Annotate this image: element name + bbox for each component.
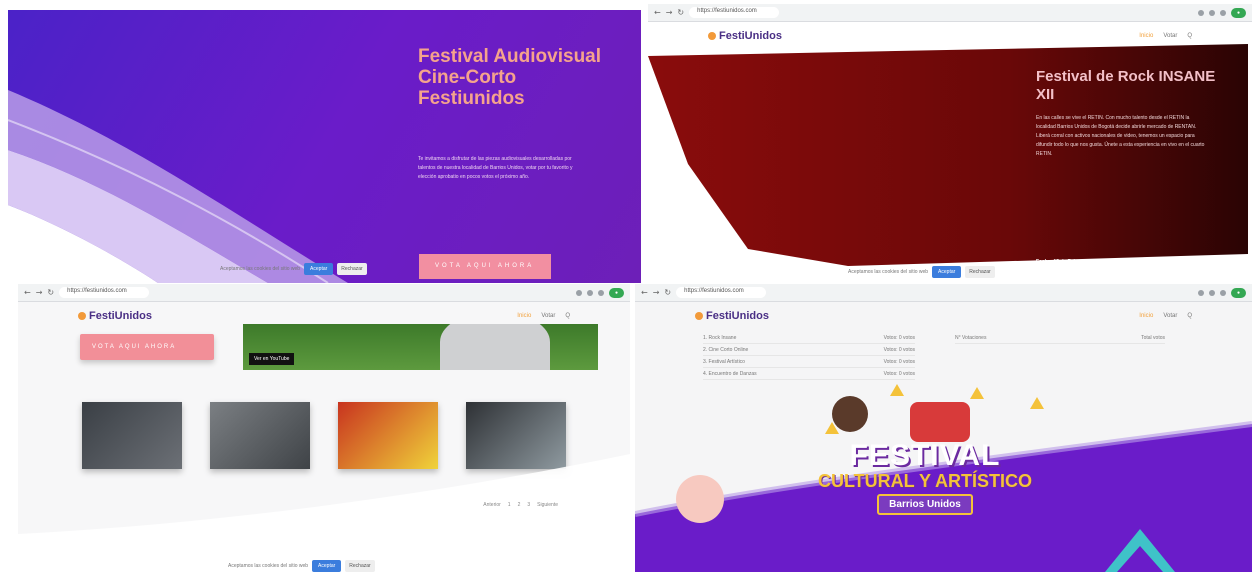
page-title: Festival Audiovisual Cine-Corto Festiuni… — [418, 46, 602, 109]
vote-button[interactable]: VOTA AQUI AHORA — [80, 334, 214, 360]
cookie-text: Aceptamos las cookies del sitio web — [228, 563, 309, 569]
extension-icon[interactable] — [575, 289, 582, 296]
video-player[interactable]: Ver en YouTube — [243, 324, 598, 370]
browser-toolbar: ← → ↻ https://festiunidos.com ● — [18, 284, 630, 302]
pagination: Anterior 1 2 3 Siguiente — [483, 502, 558, 508]
banner-subtitle: CULTURAL Y ARTÍSTICO — [817, 471, 1032, 491]
cookie-accept-button[interactable]: Aceptar — [304, 263, 334, 275]
menu-item-votar[interactable]: Votar — [541, 313, 555, 319]
gallery-thumbnail[interactable] — [82, 402, 182, 469]
cookie-accept-button[interactable]: Aceptar — [932, 266, 962, 278]
video-frame-person — [440, 324, 550, 370]
pagination-page[interactable]: 1 — [508, 502, 511, 508]
festival-banner: FESTIVAL CULTURAL Y ARTÍSTICO Barrios Un… — [805, 439, 1045, 515]
cookie-accept-button[interactable]: Aceptar — [312, 560, 342, 572]
event-date: Fecha: 15 de Febrero, 11:00 A.M. — [1036, 259, 1114, 265]
reload-icon[interactable]: ↻ — [47, 288, 54, 297]
main-menu: Inicio Votar Q — [517, 313, 570, 319]
cookie-bar: Aceptamos las cookies del sitio web Acep… — [220, 263, 367, 275]
pagination-page[interactable]: 2 — [518, 502, 521, 508]
cookie-refuse-button[interactable]: Rechazar — [337, 263, 367, 275]
panel-gallery: ← → ↻ https://festiunidos.com ● FestiUni… — [18, 284, 630, 572]
address-bar[interactable]: https://festiunidos.com — [59, 287, 150, 298]
back-icon[interactable]: ← — [24, 288, 31, 297]
video-collage: Festival Audiovisual Cine-Corto Festiuni… — [0, 0, 1252, 572]
youtube-watch-button[interactable]: Ver en YouTube — [249, 353, 295, 365]
cookie-refuse-button[interactable]: Rechazar — [345, 560, 375, 572]
profile-button[interactable]: ● — [608, 287, 624, 298]
search-icon[interactable]: Q — [565, 313, 570, 319]
cookie-text: Aceptamos las cookies del sitio web — [848, 269, 929, 275]
panel-festival-cultural: ← → ↻ https://festiunidos.com ● FestiUni… — [635, 284, 1252, 572]
event-title: Festival de Rock INSANE XII — [1036, 68, 1216, 103]
extension-icon[interactable] — [597, 289, 604, 296]
gallery-thumbnail[interactable] — [338, 402, 438, 469]
festival-hero-art — [635, 384, 1252, 572]
gallery-thumbnail[interactable] — [466, 402, 566, 469]
banner-title: FESTIVAL — [849, 439, 1001, 472]
forward-icon[interactable]: → — [36, 288, 43, 297]
event-description: Te invitamos a disfrutar de las piezas a… — [418, 156, 573, 180]
menu-item-inicio[interactable]: Inicio — [517, 313, 531, 319]
cookie-refuse-button[interactable]: Rechazar — [965, 266, 995, 278]
gallery-thumbnail[interactable] — [210, 402, 310, 469]
pagination-page[interactable]: 3 — [527, 502, 530, 508]
panel-cine-corto: Festival Audiovisual Cine-Corto Festiuni… — [8, 10, 641, 283]
panel-rock-insane: ← → ↻ https://festiunidos.com ● FestiUni… — [648, 4, 1252, 283]
vote-button[interactable]: VOTA AQUI AHORA — [419, 254, 551, 279]
event-description: En las calles se vive el RETIN. Con much… — [1036, 115, 1205, 157]
banner-tag: Barrios Unidos — [877, 494, 973, 515]
cookie-bar: Aceptamos las cookies del sitio web Acep… — [228, 560, 375, 572]
logo-text: FestiUnidos — [89, 310, 152, 322]
site-logo[interactable]: FestiUnidos — [78, 310, 152, 322]
cookie-bar: Aceptamos las cookies del sitio web Acep… — [848, 266, 995, 278]
cookie-text: Aceptamos las cookies del sitio web — [220, 266, 301, 272]
pagination-prev[interactable]: Anterior — [483, 502, 501, 508]
pagination-next[interactable]: Siguiente — [537, 502, 558, 508]
extension-icon[interactable] — [586, 289, 593, 296]
logo-icon — [78, 312, 86, 320]
